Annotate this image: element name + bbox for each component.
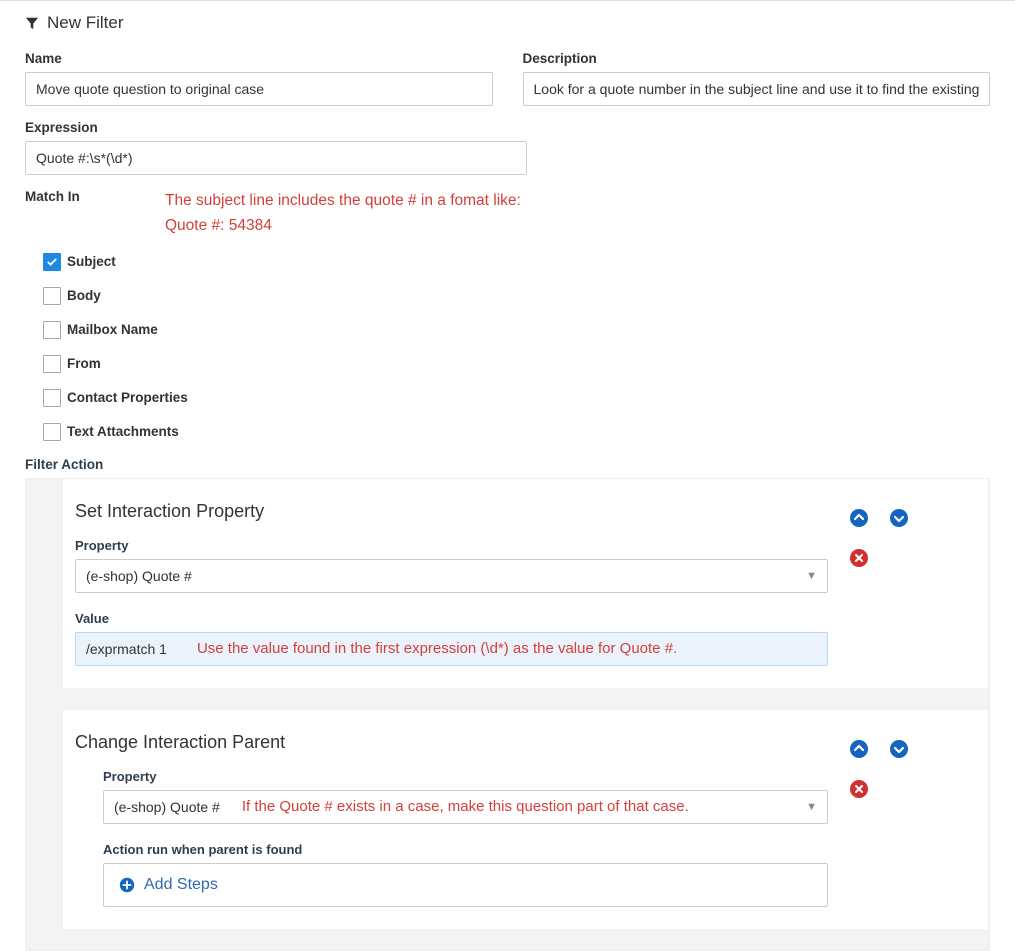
checkbox-attachments[interactable]	[43, 423, 61, 441]
property-label: Property	[103, 769, 828, 784]
match-label-attachments: Text Attachments	[67, 424, 179, 439]
match-item-body[interactable]: Body	[43, 287, 990, 305]
delete-button[interactable]	[848, 547, 870, 569]
checkbox-mailbox[interactable]	[43, 321, 61, 339]
delete-button[interactable]	[848, 778, 870, 800]
action-title: Set Interaction Property	[75, 501, 828, 522]
match-item-attachments[interactable]: Text Attachments	[43, 423, 990, 441]
description-input[interactable]	[523, 72, 991, 106]
action-title: Change Interaction Parent	[75, 732, 828, 753]
checkbox-contact[interactable]	[43, 389, 61, 407]
property-select-value: (e-shop) Quote #	[86, 568, 192, 584]
value-input[interactable]: /exprmatch 1 Use the value found in the …	[75, 632, 828, 666]
match-label-from: From	[67, 356, 101, 371]
checkbox-from[interactable]	[43, 355, 61, 373]
property-select[interactable]: (e-shop) Quote # If the Quote # exists i…	[103, 790, 828, 824]
name-input[interactable]	[25, 72, 493, 106]
match-label-subject: Subject	[67, 254, 116, 269]
match-annotation-line1: The subject line includes the quote # in…	[165, 192, 521, 209]
value-label: Value	[75, 611, 828, 626]
action-card-change-parent: Change Interaction Parent Property (e-sh…	[62, 709, 989, 930]
match-label-mailbox: Mailbox Name	[67, 322, 158, 337]
move-up-button[interactable]	[848, 507, 870, 529]
match-item-contact[interactable]: Contact Properties	[43, 389, 990, 407]
filter-action-container: Set Interaction Property Property (e-sho…	[25, 478, 990, 951]
add-steps-label: Add Steps	[144, 876, 218, 894]
add-steps-button[interactable]: Add Steps	[103, 863, 828, 907]
move-down-button[interactable]	[888, 738, 910, 760]
chevron-down-icon: ▼	[806, 570, 817, 582]
match-label-body: Body	[67, 288, 101, 303]
action-card-set-property: Set Interaction Property Property (e-sho…	[62, 479, 989, 689]
match-item-mailbox[interactable]: Mailbox Name	[43, 321, 990, 339]
checkbox-subject[interactable]	[43, 253, 61, 271]
match-in-label: Match In	[25, 189, 160, 204]
move-down-button[interactable]	[888, 507, 910, 529]
description-label: Description	[523, 51, 991, 66]
filter-icon	[25, 16, 39, 30]
expression-label: Expression	[25, 120, 527, 135]
move-up-button[interactable]	[848, 738, 870, 760]
name-label: Name	[25, 51, 493, 66]
property-select[interactable]: (e-shop) Quote # ▼	[75, 559, 828, 593]
value-text: /exprmatch 1	[86, 641, 167, 657]
value-annotation: Use the value found in the first express…	[197, 640, 677, 657]
expression-input[interactable]	[25, 141, 527, 175]
chevron-down-icon: ▼	[806, 801, 817, 813]
property-label: Property	[75, 538, 828, 553]
page-title: New Filter	[47, 13, 124, 33]
match-annotation-line2: Quote #: 54384	[165, 217, 272, 234]
checkbox-body[interactable]	[43, 287, 61, 305]
property-select-value: (e-shop) Quote #	[114, 799, 220, 815]
plus-circle-icon	[118, 876, 136, 894]
property-annotation: If the Quote # exists in a case, make th…	[242, 798, 689, 815]
match-annotation: The subject line includes the quote # in…	[160, 189, 521, 239]
page-header: New Filter	[25, 13, 990, 33]
match-item-subject[interactable]: Subject	[43, 253, 990, 271]
filter-action-label: Filter Action	[25, 457, 990, 472]
match-label-contact: Contact Properties	[67, 390, 188, 405]
action-run-label: Action run when parent is found	[103, 842, 828, 857]
match-item-from[interactable]: From	[43, 355, 990, 373]
